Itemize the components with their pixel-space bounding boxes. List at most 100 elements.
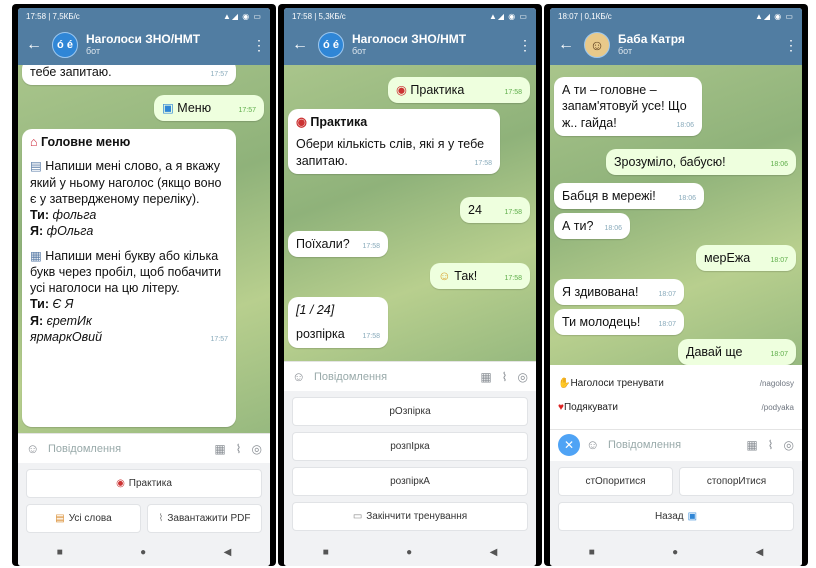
screenshot-stage: 17:58 | 7,5КБ/с ▲◢ ◉ ▭ ← ó é Наголоси ЗН… bbox=[0, 0, 816, 568]
message-incoming: ◉ Практика Обери кількість слів, які я у… bbox=[288, 109, 500, 174]
message-input[interactable]: Повідомлення bbox=[310, 371, 480, 383]
message-time: 17:58 bbox=[504, 89, 522, 96]
status-time: 17:58 | 5,3КБ/с bbox=[292, 12, 346, 21]
chat-subtitle: бот bbox=[352, 45, 367, 56]
back-icon[interactable]: ◀ bbox=[756, 547, 764, 558]
paperclip-icon: ⌇ bbox=[158, 513, 164, 524]
recents-icon[interactable]: ■ bbox=[323, 547, 329, 558]
quiz-word: розпірка bbox=[296, 327, 345, 342]
camera-icon[interactable]: ◎ bbox=[518, 370, 528, 384]
message-quiz-word: [1 / 24] розпірка 17:58 bbox=[288, 297, 388, 348]
message-time: 18:07 bbox=[770, 257, 788, 264]
kebab-menu-icon[interactable]: ⋮ bbox=[784, 37, 798, 54]
back-arrow-icon: ▣ bbox=[687, 511, 698, 522]
status-icons: ▲◢ ◉ ▭ bbox=[222, 12, 262, 21]
chat-title-block[interactable]: Наголоси ЗНО/НМТ бот bbox=[352, 33, 518, 56]
message-time: 17:58 bbox=[362, 243, 380, 250]
message-time: 18:06 bbox=[676, 121, 694, 129]
download-pdf-button[interactable]: ⌇ Завантажити PDF bbox=[147, 504, 262, 533]
camera-icon[interactable]: ◎ bbox=[252, 442, 262, 456]
chat-area[interactable]: ◉ Практика 17:58 ◉ Практика Обери кількі… bbox=[284, 65, 536, 361]
home-icon[interactable]: ● bbox=[672, 547, 678, 558]
message-outgoing: ◉ Практика 17:58 bbox=[388, 77, 530, 104]
paperclip-icon[interactable]: ⌇ bbox=[236, 442, 242, 456]
message-incoming: Поїхали? 17:58 bbox=[288, 231, 388, 258]
chat-area[interactable]: тебе запитаю. 17:57 ▣ Меню 17:57 ⌂ Голов… bbox=[18, 65, 270, 433]
message-input[interactable]: Повідомлення bbox=[44, 443, 214, 455]
recents-icon[interactable]: ■ bbox=[57, 547, 63, 558]
message-time: 17:58 bbox=[504, 209, 522, 216]
message-text: тебе запитаю. bbox=[30, 65, 112, 79]
back-arrow-icon[interactable]: ← bbox=[26, 36, 46, 54]
kebab-menu-icon[interactable]: ⋮ bbox=[518, 37, 532, 54]
bot-keyboard-icon[interactable]: ▦ bbox=[480, 370, 491, 384]
answer-option-3[interactable]: розпіркА bbox=[292, 467, 528, 496]
chat-header: ← ó é Наголоси ЗНО/НМТ бот ⋮ bbox=[18, 25, 270, 65]
bot-avatar[interactable]: ó é bbox=[318, 32, 344, 58]
all-words-button[interactable]: ▤ Усі слова bbox=[26, 504, 141, 533]
answer-option-2[interactable]: стопорИтися bbox=[679, 467, 794, 496]
emoji-icon[interactable]: ☺ bbox=[26, 441, 44, 456]
bot-keyboard-icon[interactable]: ▦ bbox=[214, 442, 225, 456]
label-you: Ти: bbox=[30, 297, 50, 312]
message-input[interactable]: Повідомлення bbox=[604, 439, 746, 451]
answer-option-1[interactable]: стОпоритися bbox=[558, 467, 673, 496]
back-arrow-icon[interactable]: ← bbox=[292, 36, 312, 54]
message-incoming: тебе запитаю. 17:57 bbox=[22, 65, 236, 86]
target-icon: ◉ bbox=[296, 115, 307, 129]
finish-training-button[interactable]: ▭ Закінчити тренування bbox=[292, 502, 528, 531]
paperclip-icon[interactable]: ⌇ bbox=[502, 370, 508, 384]
menu-paragraph-2: Напиши мені букву або кілька букв через … bbox=[30, 248, 222, 296]
emoji-icon[interactable]: ☺ bbox=[292, 369, 310, 384]
message-time: 17:58 bbox=[474, 159, 492, 167]
chat-title-block[interactable]: Баба Катря бот bbox=[618, 33, 784, 56]
message-outgoing: мерЕжа 18:07 bbox=[696, 245, 796, 272]
close-commands-icon[interactable]: ✕ bbox=[558, 433, 580, 456]
chat-area[interactable]: А ти – головне – запам'ятовуй усе! Що ж.… bbox=[550, 65, 802, 365]
recents-icon[interactable]: ■ bbox=[589, 547, 595, 558]
quiz-counter: [1 / 24] bbox=[296, 303, 335, 317]
home-icon[interactable]: ● bbox=[406, 547, 412, 558]
paperclip-icon[interactable]: ⌇ bbox=[768, 438, 774, 452]
practice-button[interactable]: ◉ Практика bbox=[26, 469, 262, 498]
camera-icon[interactable]: ◎ bbox=[784, 438, 794, 452]
bot-avatar[interactable]: ☺ bbox=[584, 32, 610, 58]
phone-screen: 18:07 | 0,1КБ/с ▲◢ ◉ ▭ ← ☺ Баба Катря бо… bbox=[550, 8, 802, 566]
back-arrow-icon[interactable]: ← bbox=[558, 36, 578, 54]
back-icon[interactable]: ◀ bbox=[490, 547, 498, 558]
message-main-menu: ⌂ Головне меню ▤ Напиши мені слово, а я … bbox=[22, 129, 236, 427]
message-time: 18:07 bbox=[658, 291, 676, 298]
kebab-menu-icon[interactable]: ⋮ bbox=[252, 37, 266, 54]
message-outgoing: ☺ Так! 17:58 bbox=[430, 263, 530, 290]
command-item-nagolosy[interactable]: ✋Наголоси тренувати /nagolosy bbox=[558, 371, 794, 395]
status-icons: ▲◢ ◉ ▭ bbox=[488, 12, 528, 21]
phone-grandma-bot: 18:07 | 0,1КБ/с ▲◢ ◉ ▭ ← ☺ Баба Катря бо… bbox=[544, 4, 808, 566]
reply-keyboard: стОпоритися стопорИтися Назад ▣ bbox=[550, 461, 802, 543]
message-text: Меню bbox=[177, 101, 212, 115]
bot-keyboard-icon[interactable]: ▦ bbox=[746, 438, 757, 452]
chat-header: ← ☺ Баба Катря бот ⋮ bbox=[550, 25, 802, 65]
bot-avatar[interactable]: ó é bbox=[52, 32, 78, 58]
answer-option-1[interactable]: рОзпірка bbox=[292, 397, 528, 426]
example-output: єретИк bbox=[46, 313, 92, 328]
bot-command-list: ✋Наголоси тренувати /nagolosy ♥Подякуват… bbox=[550, 365, 802, 425]
example-output: фОльга bbox=[46, 224, 94, 239]
answer-option-2[interactable]: розпІрка bbox=[292, 432, 528, 461]
back-button[interactable]: Назад ▣ bbox=[558, 502, 794, 531]
chat-header: ← ó é Наголоси ЗНО/НМТ бот ⋮ bbox=[284, 25, 536, 65]
message-incoming: Бабця в мережі! 18:06 bbox=[554, 183, 704, 210]
back-icon[interactable]: ◀ bbox=[224, 547, 232, 558]
command-item-podyaka[interactable]: ♥Подякувати /podyaka bbox=[558, 395, 794, 419]
message-composer: ☺ Повідомлення ▦ ⌇ ◎ bbox=[284, 361, 536, 391]
message-time: 18:07 bbox=[658, 321, 676, 328]
chat-title: Наголоси ЗНО/НМТ bbox=[352, 32, 467, 47]
status-time: 18:07 | 0,1КБ/с bbox=[558, 12, 612, 21]
menu-icon: ▣ bbox=[162, 101, 174, 115]
label-me: Я: bbox=[30, 313, 44, 328]
menu-title: Головне меню bbox=[41, 135, 131, 149]
stop-icon: ▭ bbox=[352, 511, 363, 522]
emoji-icon[interactable]: ☺ bbox=[586, 437, 604, 452]
home-icon[interactable]: ● bbox=[140, 547, 146, 558]
chat-title-block[interactable]: Наголоси ЗНО/НМТ бот bbox=[86, 33, 252, 56]
phone-screen: 17:58 | 7,5КБ/с ▲◢ ◉ ▭ ← ó é Наголоси ЗН… bbox=[18, 8, 270, 566]
